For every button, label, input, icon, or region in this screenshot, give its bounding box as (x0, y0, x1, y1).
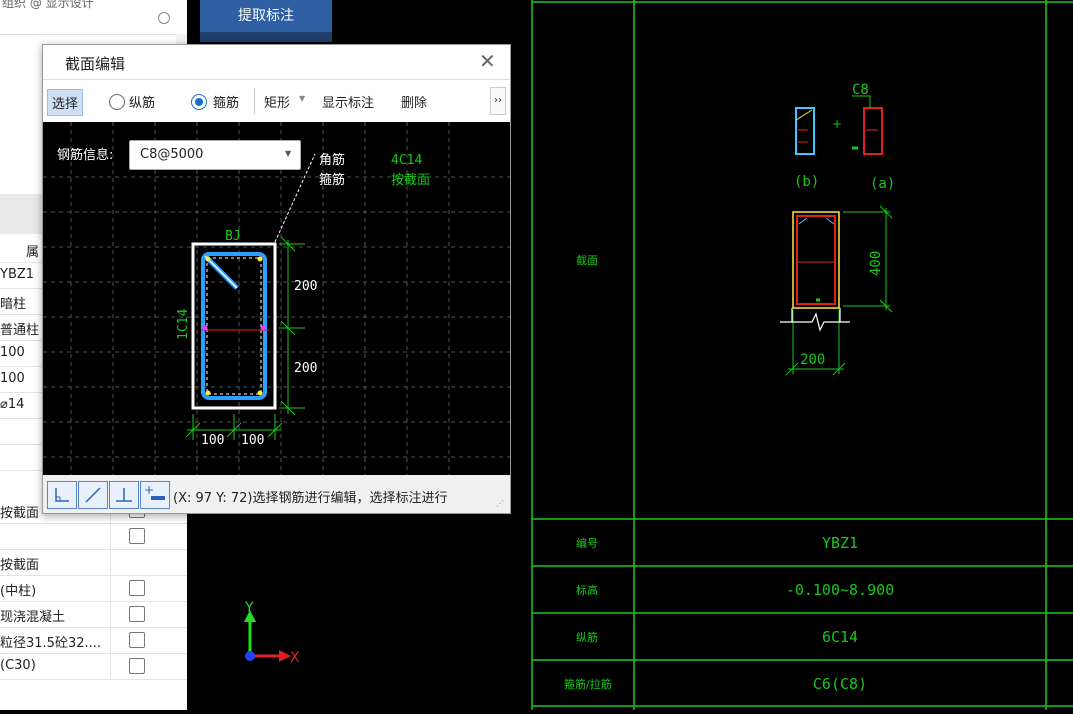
prop-value: 现浇混凝土 (0, 610, 66, 625)
drawing-canvas: + C8 (b) (a) 400 200 截面 编号 标高 纵筋 箍筋/拉筋 Y… (531, 0, 1073, 710)
prop-value: ⌀14 (0, 397, 25, 412)
chevron-down-icon[interactable]: ▼ (285, 149, 291, 158)
table-row[interactable]: (C30) (0, 653, 187, 680)
section-canvas[interactable]: 角筋 箍筋 4C14 按截面 BJ 1C14 200 200 100 100 钢… (43, 122, 510, 475)
rebar-info-label: 钢筋信息: (57, 148, 114, 163)
dialog-toolbar: 选择 纵筋 箍筋 矩形 ▼ 显示标注 删除 ›› (43, 79, 510, 122)
checkbox[interactable] (129, 580, 145, 596)
row-label-stirrup: 箍筋/拉筋 (564, 677, 612, 691)
table-row[interactable]: (中柱) (0, 575, 187, 602)
longitudinal-label[interactable]: 纵筋 (129, 92, 155, 111)
label-b: (b) (794, 174, 819, 190)
dim-top-label[interactable]: 200 (294, 279, 317, 294)
show-annotation-button[interactable]: 显示标注 (322, 92, 374, 111)
stirrup-radio[interactable] (191, 94, 207, 110)
axis-gizmo: Y X (244, 600, 300, 666)
perpendicular-tool-button[interactable] (109, 481, 139, 509)
cad-drawing[interactable]: + C8 (b) (a) 400 200 截面 编号 标高 纵筋 箍筋/拉筋 Y… (530, 0, 1073, 710)
checkbox[interactable] (129, 528, 145, 544)
dim-bottom-label[interactable]: 200 (294, 361, 317, 376)
stirrup-canvas-label: 箍筋 (319, 172, 345, 188)
row-value-elevation: -0.100~8.900 (786, 581, 894, 599)
search-icon[interactable] (158, 12, 170, 24)
dim-right-label[interactable]: 100 (241, 433, 264, 448)
label-a: (a) (870, 176, 895, 192)
add-dimension-button[interactable]: + (140, 481, 170, 509)
row-value-number: YBZ1 (822, 534, 858, 552)
longitudinal-radio[interactable] (109, 94, 125, 110)
row-value-longitudinal: 6C14 (822, 628, 858, 646)
stirrup-label[interactable]: 箍筋 (213, 92, 239, 111)
dim-200: 200 (800, 352, 825, 368)
bar-c8-label: C8 (852, 82, 869, 98)
dialog-title: 截面编辑 (65, 55, 126, 73)
prop-value: 按截面 (0, 558, 40, 573)
rebar-info-row: 钢筋信息: C8@5000 ▼ (57, 140, 317, 170)
row-label-elevation: 标高 (576, 583, 598, 597)
button-strip (200, 32, 332, 42)
rebar-info-value: C8@5000 (140, 147, 204, 162)
checkbox[interactable] (129, 606, 145, 622)
svg-text:+: + (144, 483, 154, 497)
prop-value: 按截面 (0, 506, 40, 521)
row-label-longitudinal: 纵筋 (576, 630, 598, 644)
x-axis-label: X (290, 650, 300, 666)
dim-400: 400 (868, 251, 884, 276)
resize-grip-icon[interactable]: ⋰ (496, 499, 504, 508)
delete-button[interactable]: 删除 (401, 92, 427, 111)
corner-bar-label: 角筋 (319, 152, 345, 168)
prop-value: 普通柱 (0, 323, 40, 338)
prop-value: YBZ1 (0, 267, 35, 282)
dialog-titlebar[interactable]: 截面编辑 ✕ (43, 45, 510, 79)
row-label-number: 编号 (576, 536, 598, 550)
stirrup-bar[interactable] (201, 252, 267, 400)
row-label-section: 截面 (576, 253, 598, 267)
prop-value: (中柱) (0, 584, 37, 599)
rebar-info-select[interactable]: C8@5000 ▼ (129, 140, 301, 170)
axis-origin (245, 651, 255, 661)
stirrup-detail-a (863, 107, 883, 155)
close-icon[interactable]: ✕ (479, 49, 496, 73)
dim-left-label[interactable]: 100 (201, 433, 224, 448)
section-stirrup (796, 215, 836, 305)
radio-dot (195, 98, 203, 106)
section-editor-dialog: 截面编辑 ✕ 选择 纵筋 箍筋 矩形 ▼ 显示标注 删除 ›› 角筋 箍筋 4C… (42, 44, 511, 514)
prop-value: 暗柱 (0, 297, 27, 312)
angle-tool-button[interactable] (47, 481, 77, 509)
table-row[interactable] (0, 523, 187, 550)
prop-value: (C30) (0, 658, 36, 673)
corner-bars[interactable] (205, 256, 263, 396)
extract-annotation-button[interactable]: 提取标注 (200, 0, 332, 32)
attr-header: 属 (26, 245, 40, 260)
line-tool-button[interactable] (78, 481, 108, 509)
panel-search-bar[interactable]: 组织 @ 显示设计 (0, 0, 187, 35)
corner-bar-value[interactable]: 4C14 (391, 153, 422, 168)
checkbox[interactable] (129, 658, 145, 674)
bj-label[interactable]: BJ (225, 229, 241, 244)
prop-value: 100 (0, 345, 25, 360)
toolbar-overflow-button[interactable]: ›› (490, 87, 506, 115)
status-text: (X: 97 Y: 72)选择钢筋进行编辑，选择标注进行 (173, 491, 448, 506)
section-canvas-svg: 角筋 箍筋 4C14 按截面 BJ 1C14 200 200 100 100 (43, 122, 510, 475)
table-row[interactable]: 粒径31.5砼32.... (0, 627, 187, 654)
table-row[interactable]: 现浇混凝土 (0, 601, 187, 628)
shape-dropdown[interactable]: 矩形 (264, 92, 290, 111)
svg-text:+: + (832, 117, 842, 131)
side-bar-label[interactable]: 1C14 (176, 309, 191, 340)
checkbox[interactable] (129, 632, 145, 648)
column-section (792, 211, 840, 309)
table-row[interactable]: 按截面 (0, 549, 187, 576)
prop-value: 100 (0, 371, 25, 386)
select-button[interactable]: 选择 (47, 89, 84, 116)
prop-value: 粒径31.5砼32.... (0, 636, 102, 651)
by-section-label[interactable]: 按截面 (391, 173, 430, 188)
row-value-stirrup: C6(C8) (813, 675, 867, 693)
dialog-statusbar: + (X: 97 Y: 72)选择钢筋进行编辑，选择标注进行 ⋰ (43, 475, 510, 513)
y-axis-label: Y (244, 600, 254, 616)
top-left-text: 组织 @ 显示设计 (2, 0, 94, 10)
chevron-down-icon[interactable]: ▼ (299, 94, 305, 103)
